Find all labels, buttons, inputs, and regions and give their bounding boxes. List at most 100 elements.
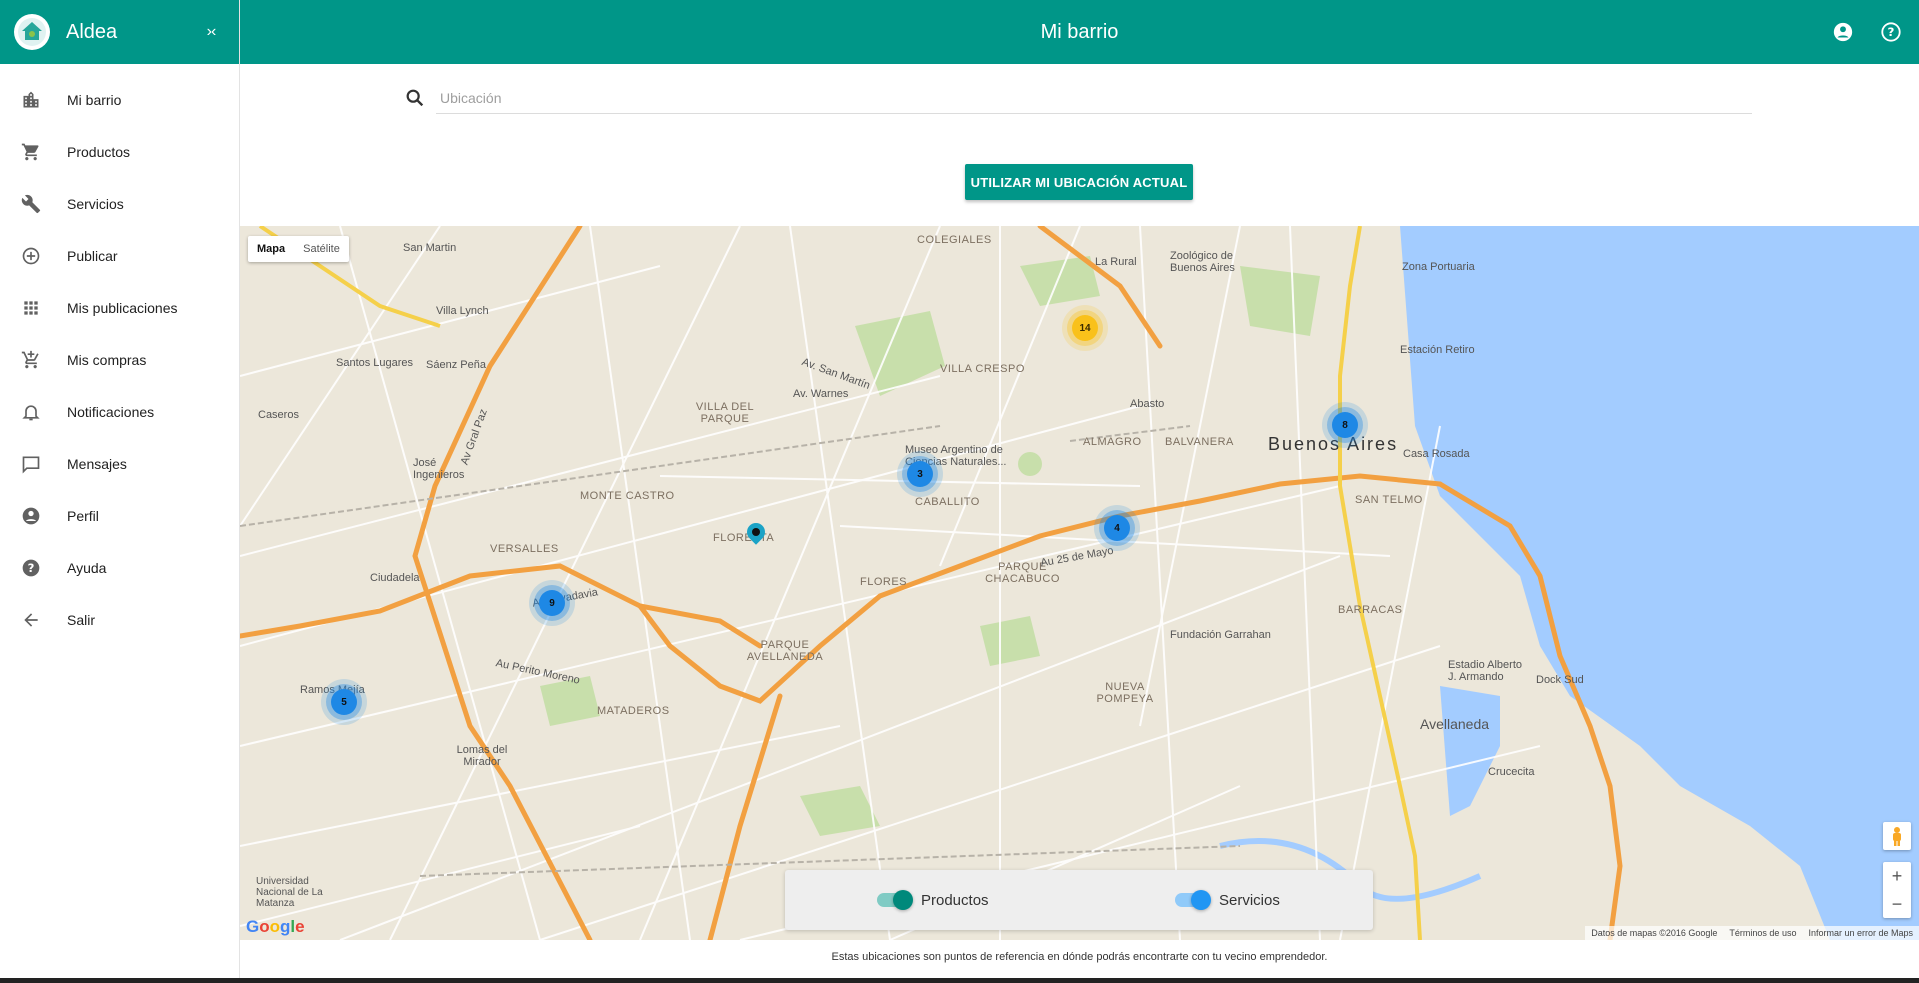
map-label: Sáenz Peña — [426, 359, 486, 371]
app-name: Aldea — [66, 20, 118, 43]
toggle-knob — [893, 890, 913, 910]
street-view-pegman-button[interactable] — [1883, 822, 1911, 850]
sidebar-item-productos[interactable]: Productos — [0, 126, 239, 178]
bottom-edge — [0, 978, 1919, 983]
sidebar-item-label: Mi barrio — [67, 92, 122, 108]
sidebar-item-label: Mis publicaciones — [67, 300, 178, 316]
sidebar-item-perfil[interactable]: Perfil — [0, 490, 239, 542]
bell-icon — [20, 401, 42, 423]
terms-link[interactable]: Términos de uso — [1729, 928, 1796, 938]
toggle-track — [877, 890, 913, 910]
sidebar-item-label: Publicar — [67, 248, 118, 264]
map-label: Villa Lynch — [436, 305, 489, 317]
map-label: COLEGIALES — [917, 234, 992, 246]
sidebar-item-mensajes[interactable]: Mensajes — [0, 438, 239, 490]
cart-icon — [20, 141, 42, 163]
cart-plus-icon — [20, 349, 42, 371]
service-cluster-marker[interactable]: 5 — [331, 689, 357, 715]
map-label: SAN TELMO — [1355, 494, 1423, 506]
map-label: Estación Retiro — [1400, 344, 1475, 356]
map-road-label: Av. Warnes — [793, 388, 849, 400]
toggle-track — [1175, 890, 1211, 910]
product-cluster-marker[interactable]: 14 — [1072, 315, 1098, 341]
map-label: Zoológico de Buenos Aires — [1170, 250, 1235, 274]
map-label: Universidad Nacional de La Matanza — [256, 876, 323, 909]
map-label: BARRACAS — [1338, 604, 1403, 616]
map-label: Estadio Alberto J. Armando — [1448, 659, 1522, 683]
map-label: BALVANERA — [1165, 436, 1234, 448]
zoom-in-button[interactable]: + — [1883, 862, 1911, 890]
page-title: Mi barrio — [1040, 20, 1119, 43]
message-icon — [20, 453, 42, 475]
sidebar-header: Aldea ›‹ — [0, 0, 239, 64]
map-label: VILLA DEL PARQUE — [695, 401, 755, 425]
arrow-back-icon — [20, 609, 42, 631]
city-icon — [20, 89, 42, 111]
service-cluster-marker[interactable]: 3 — [907, 461, 933, 487]
sidebar-item-mis-publicaciones[interactable]: Mis publicaciones — [0, 282, 239, 334]
sidebar-item-salir[interactable]: Salir — [0, 594, 239, 646]
svg-text:?: ? — [28, 561, 35, 575]
filter-toggle-panel: Productos Servicios — [785, 870, 1373, 930]
sidebar-item-mi-barrio[interactable]: Mi barrio — [0, 74, 239, 126]
sidebar-item-notificaciones[interactable]: Notificaciones — [0, 386, 239, 438]
map-label: Dock Sud — [1536, 674, 1584, 686]
sidebar-item-ayuda[interactable]: ? Ayuda — [0, 542, 239, 594]
sidebar-item-mis-compras[interactable]: Mis compras — [0, 334, 239, 386]
help-outline-icon: ? — [1881, 22, 1901, 42]
help-button[interactable]: ? — [1871, 12, 1911, 52]
map-label: MATADEROS — [597, 705, 670, 717]
map-label: Zona Portuaria — [1402, 261, 1475, 273]
collapse-sidebar-button[interactable]: ›‹ — [191, 12, 231, 52]
map-label: VERSALLES — [490, 543, 559, 555]
products-toggle-label: Productos — [921, 891, 989, 909]
map-label: Avellaneda — [1420, 716, 1490, 732]
map[interactable]: Mapa Satélite COLEGIALES VILLA CRESPO VI… — [240, 226, 1919, 940]
app-logo — [14, 14, 50, 50]
services-toggle[interactable]: Servicios — [1175, 890, 1280, 910]
zoom-out-button[interactable]: − — [1883, 890, 1911, 918]
svg-text:?: ? — [1888, 25, 1895, 39]
sidebar-item-servicios[interactable]: Servicios — [0, 178, 239, 230]
map-label: Fundación Garrahan — [1170, 629, 1271, 641]
map-label: Ciudadela — [370, 572, 420, 584]
service-cluster-marker[interactable]: 4 — [1104, 515, 1130, 541]
search-icon — [404, 87, 436, 109]
sidebar-nav: Mi barrio Productos Servicios Publicar M… — [0, 64, 239, 646]
sidebar-item-publicar[interactable]: Publicar — [0, 230, 239, 282]
map-label: ALMAGRO — [1083, 436, 1142, 448]
map-label: Lomas del Mirador — [456, 744, 508, 768]
account-icon — [20, 505, 42, 527]
location-search — [404, 82, 1752, 114]
map-label: PARQUE AVELLANEDA — [746, 639, 824, 663]
grid-icon — [20, 297, 42, 319]
products-toggle[interactable]: Productos — [877, 890, 989, 910]
account-button[interactable] — [1823, 12, 1863, 52]
help-icon: ? — [20, 557, 42, 579]
sidebar-item-label: Mensajes — [67, 456, 127, 472]
report-error-link[interactable]: Informar un error de Maps — [1808, 928, 1913, 938]
use-current-location-button[interactable]: UTILIZAR MI UBICACIÓN ACTUAL — [965, 164, 1193, 200]
map-attribution: Datos de mapas ©2016 Google Términos de … — [1585, 926, 1919, 940]
map-label: Caseros — [258, 409, 299, 421]
top-app-bar: Mi barrio ? — [240, 0, 1919, 64]
map-city-label: Buenos Aires — [1268, 434, 1399, 454]
sidebar: Aldea ›‹ Mi barrio Productos Servicios P… — [0, 0, 240, 983]
map-footnote: Estas ubicaciones son puntos de referenc… — [831, 951, 1328, 963]
service-cluster-marker[interactable]: 9 — [539, 590, 565, 616]
service-cluster-marker[interactable]: 8 — [1332, 412, 1358, 438]
map-type-satellite-button[interactable]: Satélite — [294, 236, 349, 262]
map-label: FLORES — [860, 576, 908, 588]
account-icon — [1833, 22, 1853, 42]
map-label: Crucecita — [1488, 766, 1535, 778]
sidebar-item-label: Notificaciones — [67, 404, 155, 420]
sidebar-item-label: Salir — [67, 612, 96, 628]
sidebar-item-label: Perfil — [67, 508, 99, 524]
map-label: CABALLITO — [915, 496, 980, 508]
location-input[interactable] — [436, 82, 1752, 114]
add-circle-icon — [20, 245, 42, 267]
map-label: Abasto — [1130, 398, 1165, 410]
map-label: La Rural — [1095, 256, 1137, 268]
map-label: NUEVA POMPEYA — [1096, 681, 1154, 705]
map-type-map-button[interactable]: Mapa — [248, 236, 294, 262]
